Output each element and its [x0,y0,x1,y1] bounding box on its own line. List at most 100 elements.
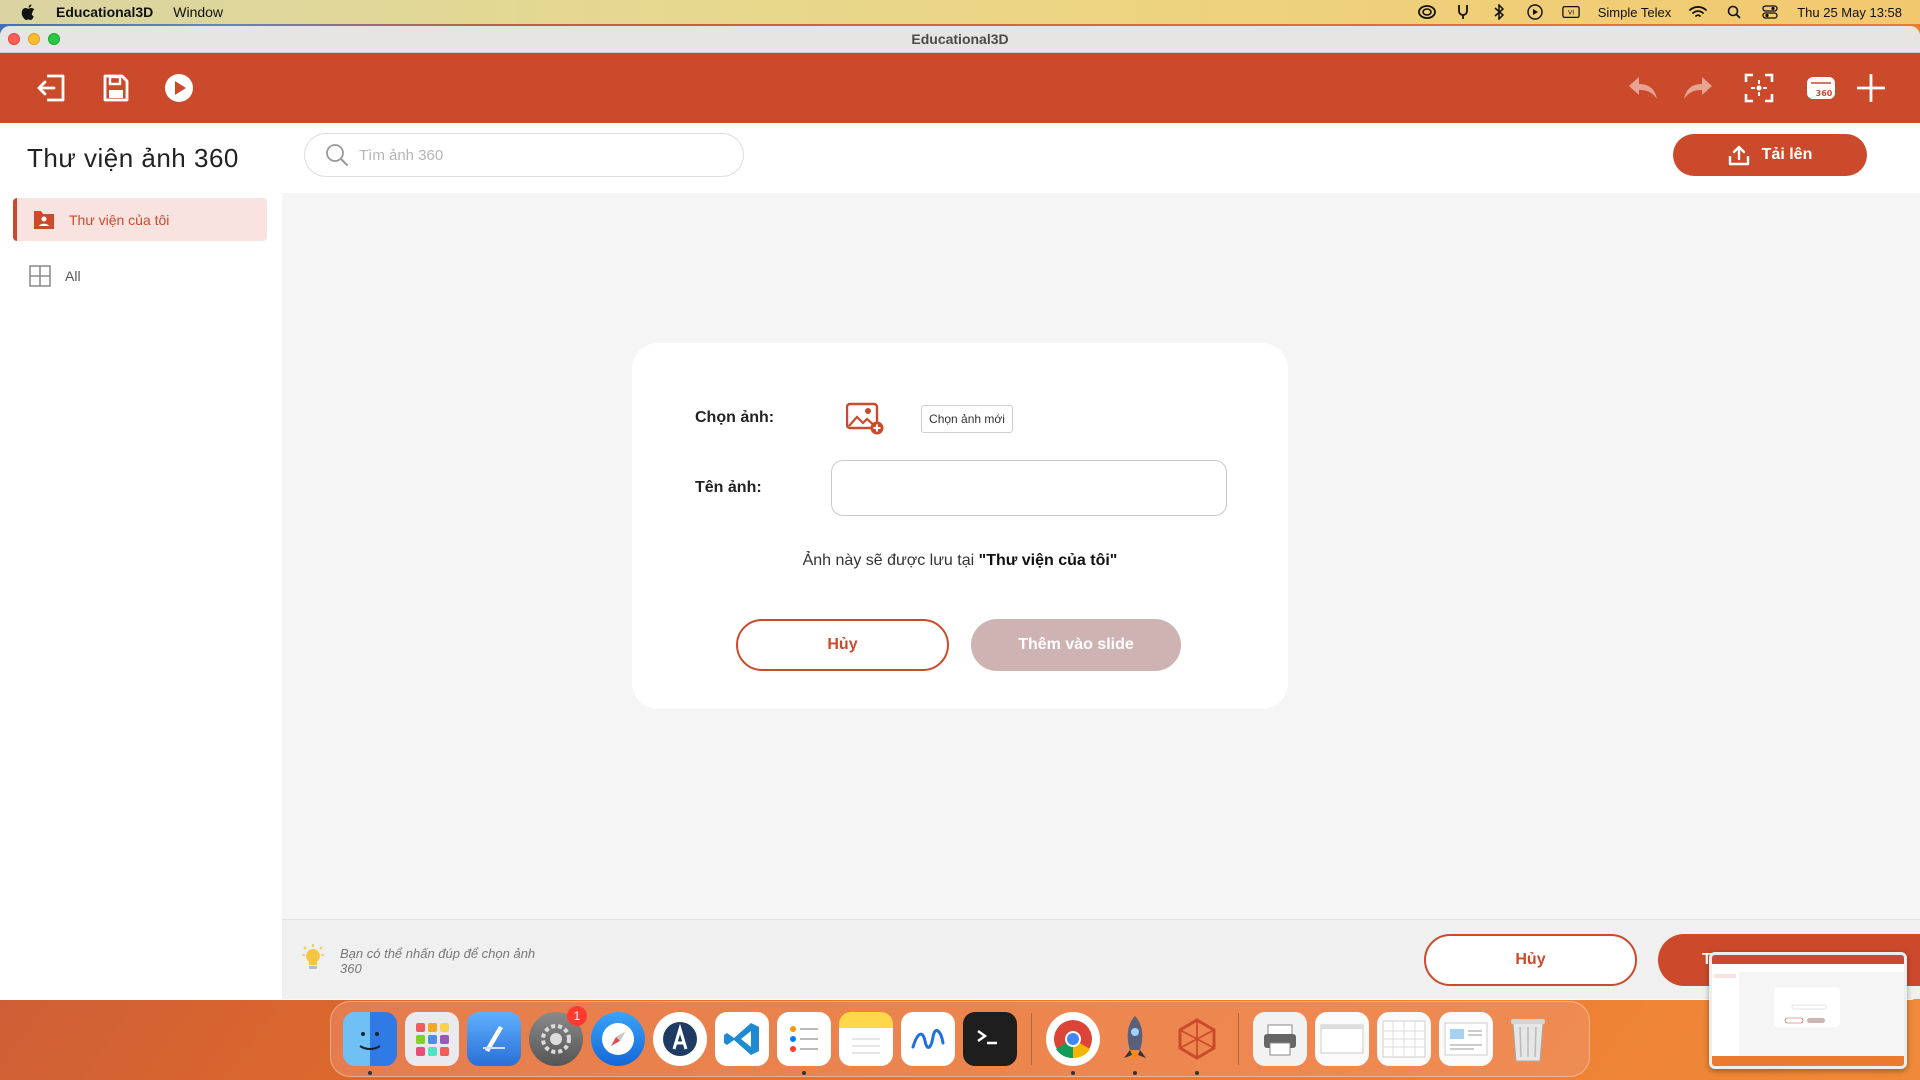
focus-button[interactable] [1738,67,1780,109]
dock-window-2[interactable] [1377,1012,1431,1066]
save-location-note: Ảnh này sẽ được lưu tại "Thư viện của tô… [632,552,1288,570]
printer-icon [1264,1024,1296,1056]
dock-separator [1238,1013,1239,1065]
notes-icon [852,1038,880,1054]
dock-reminders[interactable] [777,1012,831,1075]
redo-button[interactable] [1677,67,1719,109]
dock-xcode[interactable] [467,1012,521,1066]
clock-datetime[interactable]: Thu 25 May 13:58 [1797,5,1902,20]
window-preview-thumbnail[interactable] [1709,952,1907,1069]
main-toolbar: 360 [0,53,1920,123]
window-title: Educational3D [911,31,1009,47]
search-input[interactable] [359,146,719,164]
menu-window[interactable]: Window [173,4,223,20]
dock-instruments[interactable] [653,1012,707,1066]
now-playing-icon[interactable] [1526,4,1544,20]
window-maximize-button[interactable] [48,33,60,45]
reminders-icon [790,1026,818,1052]
dock-preview[interactable] [1253,1012,1307,1066]
upload-button[interactable]: Tải lên [1673,134,1867,176]
tuning-fork-icon[interactable] [1454,4,1472,20]
dock-window-1[interactable] [1315,1012,1369,1066]
save-note-location: "Thư viện của tôi" [978,552,1118,569]
dock-chrome[interactable] [1046,1012,1100,1075]
dock-safari[interactable] [591,1012,645,1066]
window-minimize-button[interactable] [28,33,40,45]
educational3d-icon [1178,1018,1216,1060]
finder-icon [359,1032,381,1050]
play-button[interactable] [158,67,200,109]
upload-label: Tải lên [1761,146,1813,163]
notification-badge: 1 [567,1006,587,1026]
save-icon [103,74,129,102]
focus-icon [1744,73,1774,103]
menu-app-name[interactable]: Educational3D [56,4,153,20]
upload-icon [1728,145,1749,166]
choose-new-image-button[interactable]: Chọn ảnh mới [921,405,1013,433]
terminal-icon [977,1029,997,1045]
window-thumbnail-icon [1320,1024,1364,1054]
dock-rocket[interactable] [1108,1012,1162,1075]
dock-vscode[interactable] [715,1012,769,1066]
library-header: Thư viện ảnh 360 Tải lên [0,123,1920,193]
creative-cloud-icon[interactable] [1417,4,1436,20]
dock-educational3d[interactable] [1170,1012,1224,1075]
dock-launchpad[interactable] [405,1012,459,1066]
save-note-prefix: Ảnh này sẽ được lưu tại [802,552,979,569]
view-360-button[interactable]: 360 [1800,67,1842,109]
add-button[interactable] [1850,67,1892,109]
dock-system-settings[interactable]: 1 [529,1006,587,1066]
dock-freeform[interactable] [901,1012,955,1066]
exit-icon [37,74,65,102]
thumbnail-preview-image [1712,955,1904,1066]
add-icon [1857,74,1885,102]
xcode-icon [483,1026,505,1052]
redo-icon [1684,77,1712,99]
menu-bar: Educational3D Window VI Simple Telex Thu… [0,0,1920,24]
add-image-icon[interactable] [845,402,884,436]
window-close-button[interactable] [8,33,20,45]
trash-icon [1511,1019,1545,1062]
compass-icon [602,1023,634,1055]
dialog-cancel-button[interactable]: Hủy [736,619,949,671]
vscode-icon [724,1023,759,1055]
exit-button[interactable] [31,67,73,109]
wifi-icon[interactable] [1689,4,1708,20]
svg-text:VI: VI [1568,10,1574,17]
document-thumbnail-icon [1444,1022,1488,1056]
image-name-input[interactable] [831,460,1227,516]
freeform-icon [911,1028,945,1049]
dock-window-3[interactable] [1439,1012,1493,1066]
control-center-icon[interactable] [1761,4,1779,20]
sidebar-item-label: Thư viện của tôi [69,211,170,228]
keyboard-input-icon[interactable]: VI [1562,4,1580,20]
page-title: Thư viện ảnh 360 [27,143,239,173]
dock-notes[interactable] [839,1012,893,1066]
sidebar-item-my-library[interactable]: Thư viện của tôi [13,198,267,241]
search-bar[interactable] [304,133,744,177]
rocket-icon [1124,1016,1146,1062]
choose-image-label: Chọn ảnh: [695,409,775,426]
undo-icon [1629,77,1657,99]
dock-terminal[interactable] [963,1012,1017,1066]
instruments-icon [663,1022,697,1056]
dock: 1 [330,1001,1590,1077]
save-button[interactable] [95,67,137,109]
footer-cancel-button[interactable]: Hủy [1424,934,1637,986]
lightbulb-icon [300,944,326,974]
grid-icon [29,264,51,287]
sidebar-item-label: All [65,267,81,284]
footer-bar: Bạn có thể nhấn đúp để chọn ảnh 360 Hủy … [282,919,1920,999]
search-icon [325,143,349,167]
dock-finder[interactable] [343,1012,397,1075]
dock-trash[interactable] [1501,1012,1555,1066]
title-bar[interactable]: Educational3D [0,26,1920,53]
add-to-slide-button[interactable]: Thêm vào slide [971,619,1181,671]
sidebar-item-all[interactable]: All [13,254,267,297]
bluetooth-icon[interactable] [1490,4,1508,20]
input-method-label[interactable]: Simple Telex [1598,5,1671,20]
undo-button[interactable] [1622,67,1664,109]
spotlight-search-icon[interactable] [1725,4,1743,20]
360-view-icon: 360 [1807,77,1835,99]
apple-icon[interactable] [20,4,36,20]
